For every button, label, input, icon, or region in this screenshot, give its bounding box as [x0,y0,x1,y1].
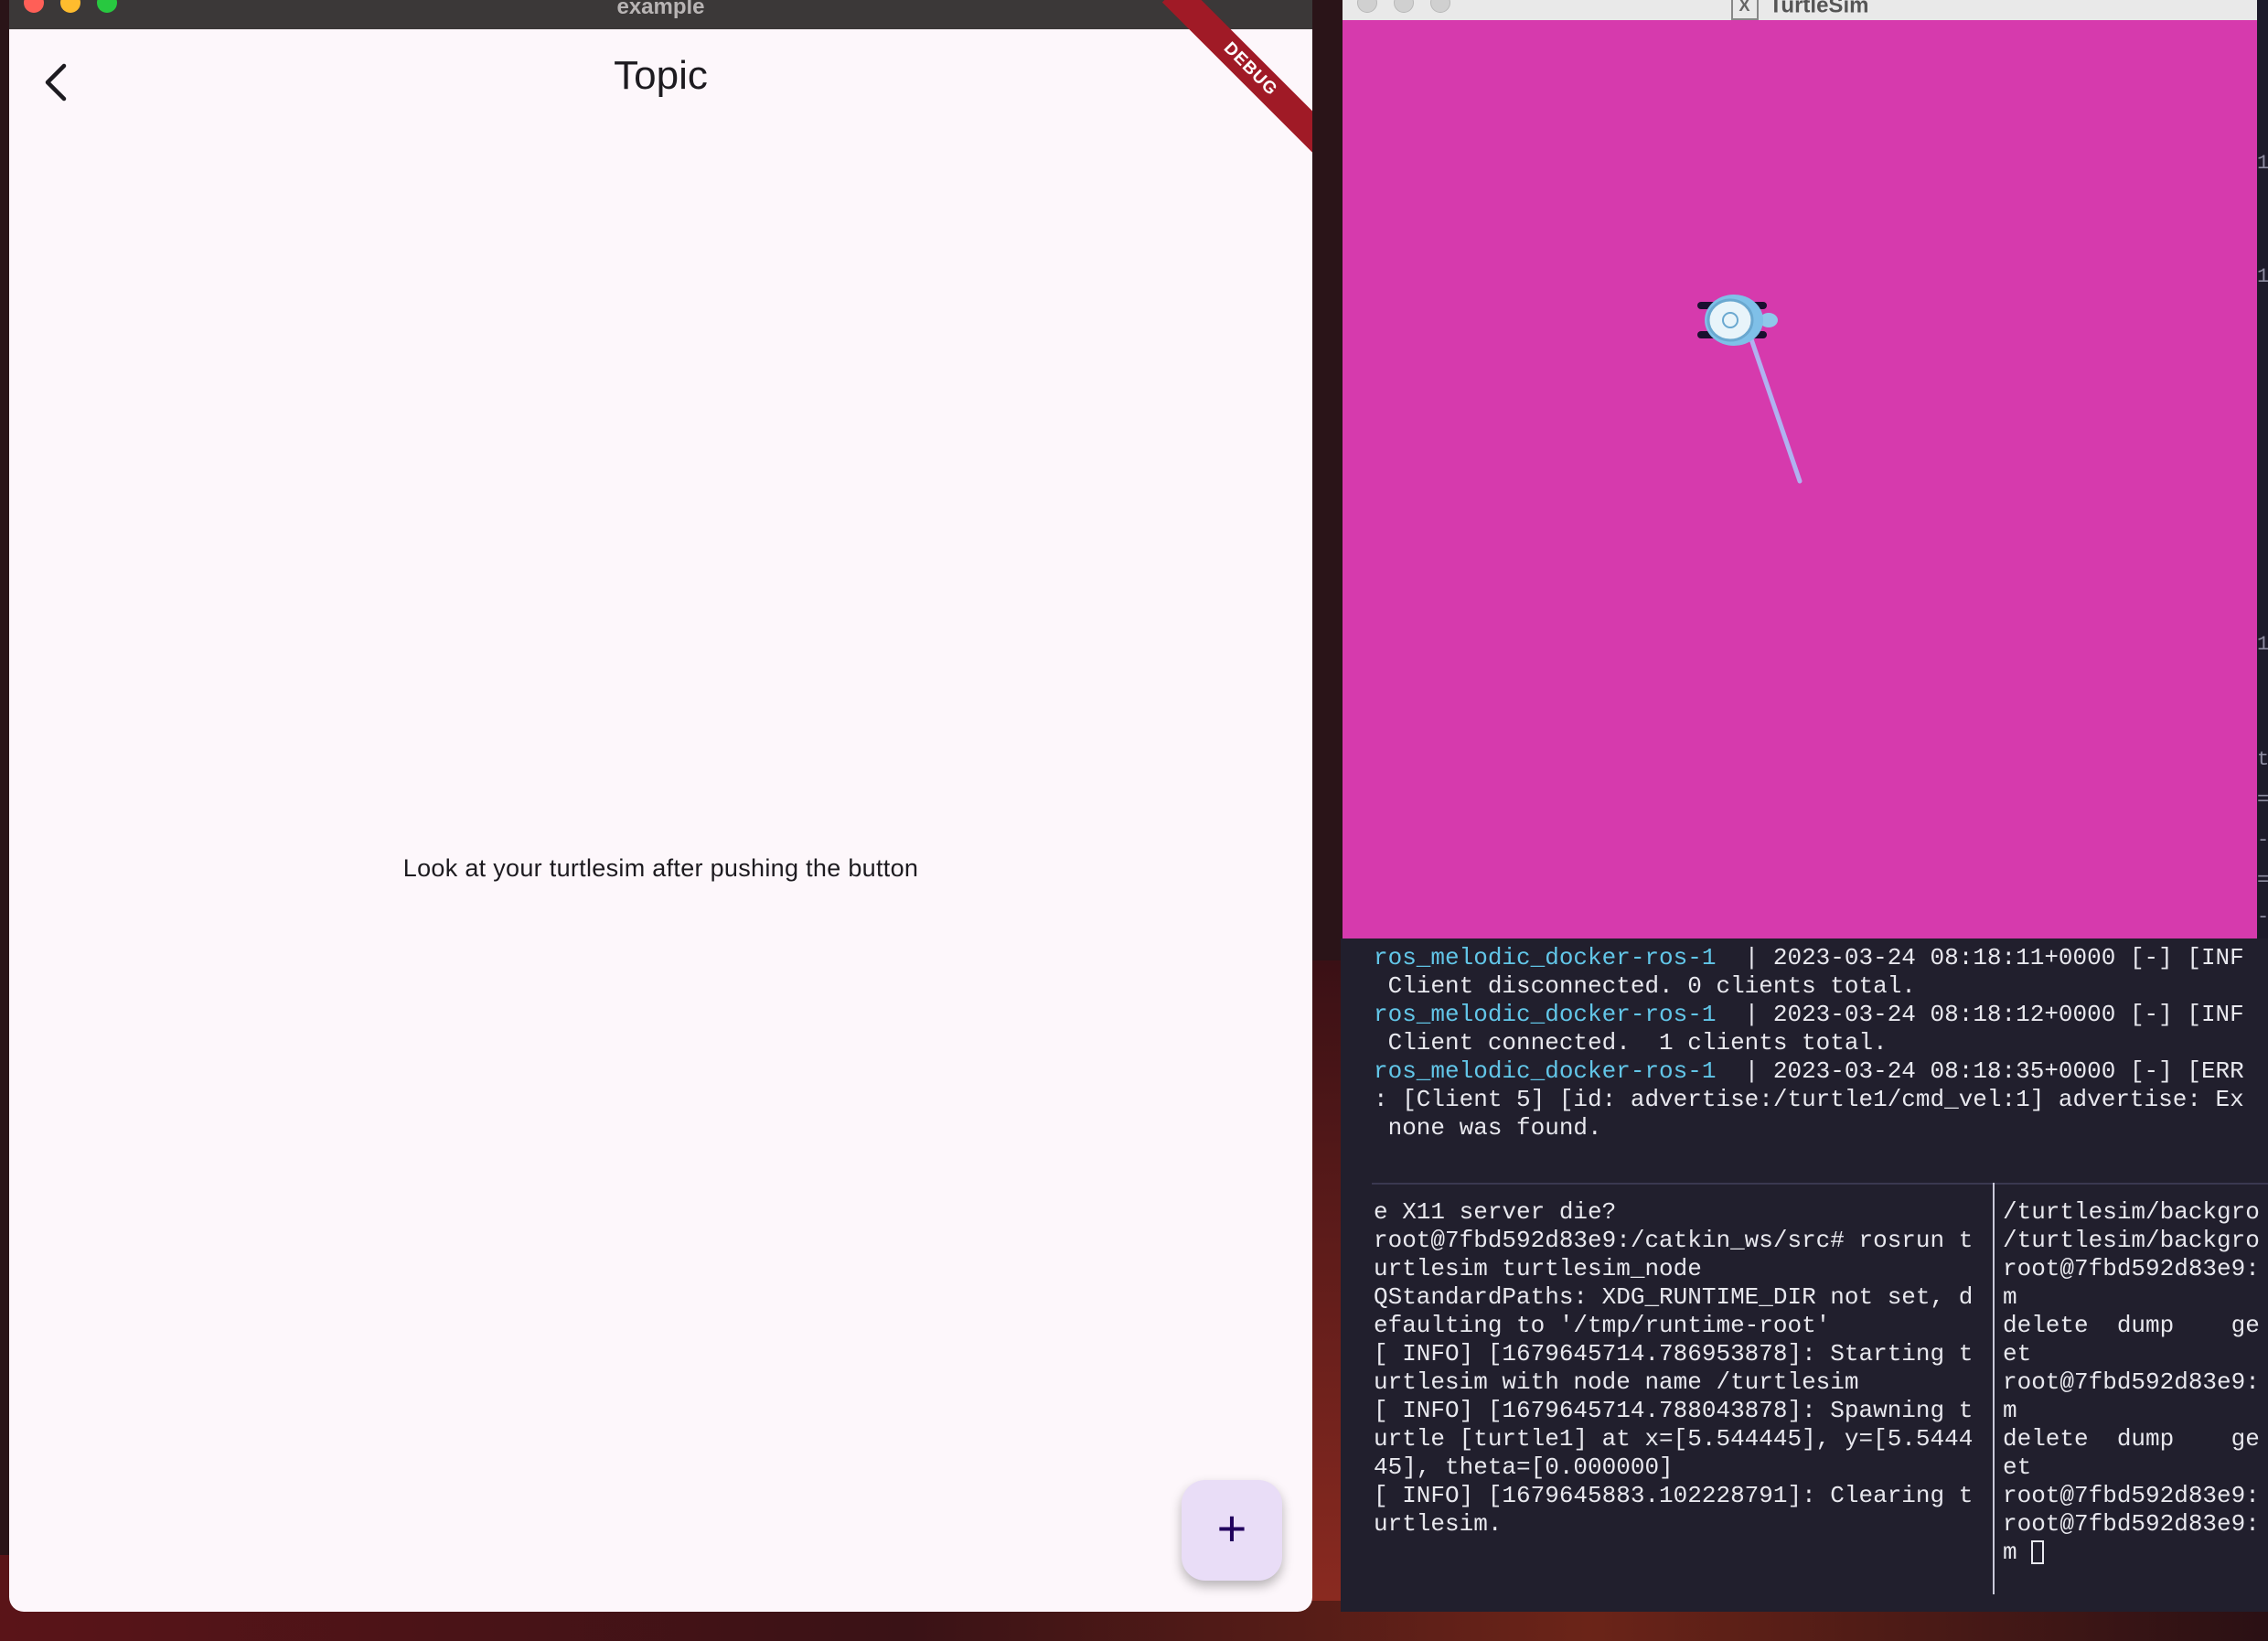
terminal-line: m [2003,1397,2017,1424]
edge-glyph: = [2257,869,2268,892]
window-titlebar[interactable]: example [9,0,1312,29]
terminal-line: efaulting to '/tmp/runtime-root' [1374,1312,1831,1339]
terminal-line: m [2003,1283,2017,1311]
terminal-line: urtle [turtle1] at x=[5.544445], y=[5.54… [1374,1425,1974,1453]
terminal-line: et [2003,1453,2032,1481]
terminal-line: urtlesim. [1374,1510,1503,1538]
turtlesim-title-group: X TurtleSim [1343,0,2257,20]
pane-divider-horizontal[interactable] [1372,1183,2268,1185]
text-cursor [2031,1540,2045,1565]
terminal-line: [ INFO] [1679645883.102228791]: Clearing… [1374,1482,1974,1509]
log-text: | 2023-03-24 08:18:35+0000 [-] [ERR [1716,1057,2244,1085]
turtlesim-window: X TurtleSim [1343,0,2257,938]
terminal-line: et [2003,1340,2032,1368]
terminal-line: root@7fbd592d83e9: [2003,1368,2260,1396]
terminal-line: m [2003,1539,2032,1566]
terminal-line: QStandardPaths: XDG_RUNTIME_DIR not set,… [1374,1283,1974,1311]
log-line: Client connected. 1 clients total. [1374,1029,1888,1056]
terminal-line: /turtlesim/backgro [2003,1198,2260,1226]
log-line: Client disconnected. 0 clients total. [1374,972,1916,1000]
log-line: ros_melodic_docker-ros-1 | 2023-03-24 08… [1374,1001,2244,1029]
terminal-line: delete dump ge [2003,1312,2260,1339]
terminal-line: [ INFO] [1679645714.786953878]: Starting… [1374,1340,1974,1368]
flutter-example-window: example Topic DEBUG Look at your turtles… [9,0,1312,1612]
log-line: ros_melodic_docker-ros-1 | 2023-03-24 08… [1374,1057,2244,1086]
turtlesim-title: TurtleSim [1769,0,1869,18]
terminal-left-pane[interactable]: e X11 server die? root@7fbd592d83e9:/cat… [1374,1198,1992,1601]
terminal-line: root@7fbd592d83e9: [2003,1255,2260,1282]
log-text: | 2023-03-24 08:18:12+0000 [-] [INF [1716,1001,2244,1028]
instruction-text: Look at your turtlesim after pushing the… [402,854,919,882]
window-title: example [616,0,705,19]
edge-glyph: 1 [2257,633,2268,656]
pane-divider-vertical[interactable] [1993,1183,1995,1594]
terminal-line: urtlesim turtlesim_node [1374,1255,1702,1282]
terminal-line: 45], theta=[0.000000] [1374,1453,1674,1481]
edge-glyph: - [2257,829,2268,852]
x11-icon: X [1730,0,1759,20]
turtlesim-canvas [1343,20,2257,938]
terminal-line: [ INFO] [1679645714.788043878]: Spawning… [1374,1397,1974,1424]
log-line: ros_melodic_docker-ros-1 | 2023-03-24 08… [1374,944,2244,972]
edge-glyph: 1 [2257,152,2268,175]
edge-glyph: 1 [2257,265,2268,288]
add-fab-button[interactable]: + [1182,1480,1282,1581]
log-text: | 2023-03-24 08:18:11+0000 [-] [INF [1716,944,2244,971]
terminal-window[interactable]: ros_melodic_docker-ros-1 | 2023-03-24 08… [1341,938,2268,1612]
log-source: ros_melodic_docker-ros-1 [1374,1057,1717,1085]
turtle-icon [1697,295,1778,346]
terminal-line: delete dump ge [2003,1425,2260,1453]
edge-glyph: = [2257,788,2268,811]
terminal-line: root@7fbd592d83e9:/catkin_ws/src# rosrun… [1374,1227,1974,1254]
turtlesim-titlebar[interactable]: X TurtleSim [1343,0,2257,20]
log-line: : [Client 5] [id: advertise:/turtle1/cmd… [1374,1086,2244,1113]
log-line: none was found. [1374,1114,1602,1142]
log-source: ros_melodic_docker-ros-1 [1374,944,1717,971]
terminal-line: root@7fbd592d83e9: [2003,1482,2260,1509]
page-title: Topic [614,53,708,98]
terminal-line: /turtlesim/backgro [2003,1227,2260,1254]
app-bar: Topic [9,29,1312,130]
log-source: ros_melodic_docker-ros-1 [1374,1001,1717,1028]
terminal-line: root@7fbd592d83e9: [2003,1510,2260,1538]
terminal-line: urtlesim with node name /turtlesim [1374,1368,1859,1396]
edge-glyph: - [2257,906,2268,928]
edge-glyph: t [2257,748,2268,771]
terminal-line: e X11 server die? [1374,1198,1617,1226]
plus-icon: + [1216,1499,1247,1557]
terminal-prompt-line: m [2003,1539,2268,1567]
turtlesim-drawing [1697,295,1803,484]
terminal-right-pane[interactable]: /turtlesim/backgro /turtlesim/backgro ro… [2003,1198,2268,1601]
pen-trail [1746,328,1803,484]
